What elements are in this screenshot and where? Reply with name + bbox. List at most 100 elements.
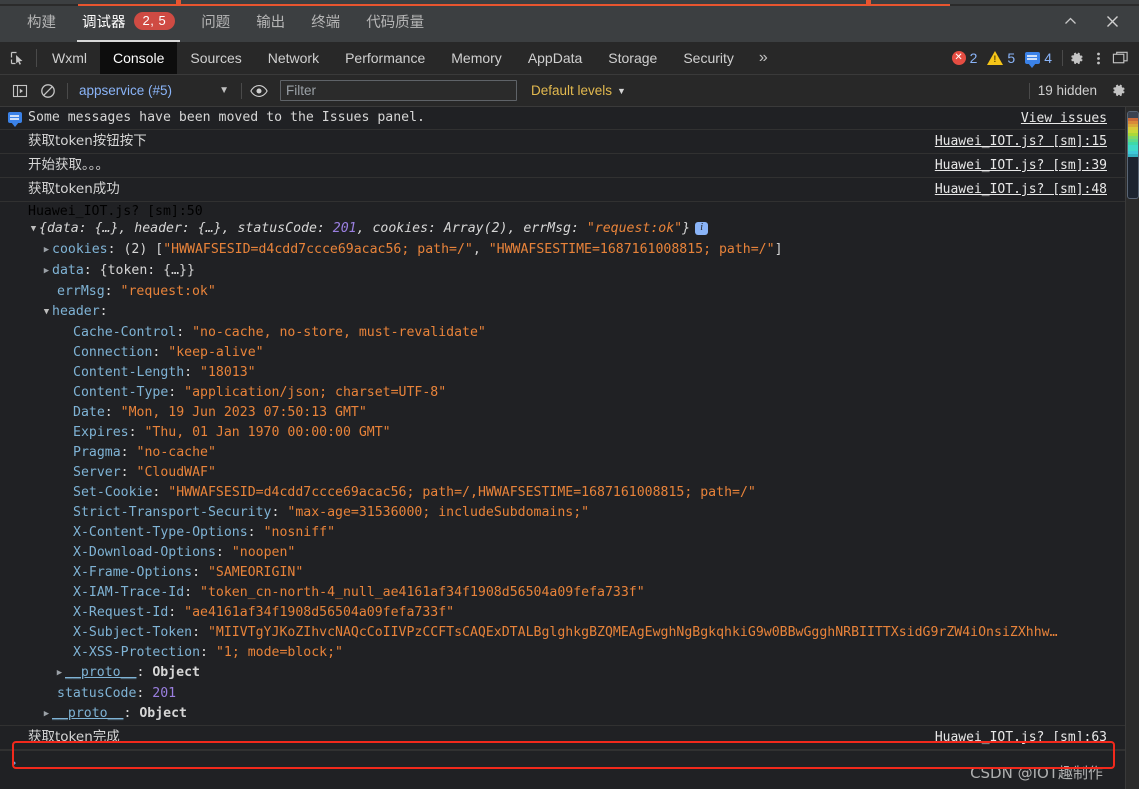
ide-tab-output[interactable]: 输出	[243, 0, 298, 42]
object-preview-line[interactable]: ▼ {data: {…}, header: {…}, statusCode: 20…	[28, 219, 1139, 240]
prop-value: "HWWAFSESID=d4cdd7ccce69acac56; path=/,H…	[168, 485, 756, 500]
ide-tab-problems[interactable]: 问题	[188, 0, 243, 42]
ide-tab-label: 终端	[311, 14, 341, 31]
filter-bar-right: 19 hidden	[1028, 78, 1139, 104]
object-preview-part3: }	[682, 221, 691, 236]
chevron-down-icon: ▼	[219, 85, 229, 96]
tab-appdata[interactable]: AppData	[515, 42, 595, 74]
dock-panel-icon[interactable]	[1107, 45, 1133, 71]
console-scrollbar[interactable]	[1125, 107, 1139, 789]
console-source-link[interactable]: Huawei_IOT.js? [sm]:63	[935, 729, 1107, 747]
chevron-down-icon[interactable]: ▼	[41, 302, 52, 322]
ide-tab-debugger[interactable]: 调试器 2, 5	[69, 0, 188, 42]
console-output[interactable]: Some messages have been moved to the Iss…	[0, 107, 1139, 789]
console-settings-gear-icon[interactable]	[1105, 78, 1131, 104]
chevron-up-icon[interactable]	[1057, 8, 1083, 34]
tab-storage[interactable]: Storage	[595, 42, 670, 74]
prop-value: "keep-alive"	[168, 345, 264, 360]
ide-tab-code-quality[interactable]: 代码质量	[353, 0, 437, 42]
prop-value: "max-age=31536000; includeSubdomains;"	[287, 505, 590, 520]
console-prompt[interactable]: ›	[0, 750, 1139, 776]
object-prop-data[interactable]: ▶ data: {token: {…}}	[28, 261, 1139, 282]
cookies-value-1: "HWWAFSESTIME=1687161008815; path=/"	[488, 242, 775, 257]
info-message-icon	[8, 112, 22, 127]
ide-tab-list: 构建 调试器 2, 5 问题 输出 终端 代码质量	[0, 0, 437, 42]
watermark: CSDN @IOT趣制作	[970, 764, 1103, 782]
prop-value: "Mon, 19 Jun 2023 07:50:13 GMT"	[120, 405, 367, 420]
inspect-element-icon[interactable]	[0, 42, 34, 74]
console-issues-row: Some messages have been moved to the Iss…	[0, 107, 1139, 130]
chevron-right-icon[interactable]: ▶	[41, 240, 52, 260]
show-console-sidebar-icon[interactable]	[6, 78, 34, 104]
console-source-link[interactable]: Huawei_IOT.js? [sm]:48	[935, 181, 1107, 199]
header-proto-row[interactable]: ▶ __proto__: Object	[28, 663, 1139, 684]
tab-performance[interactable]: Performance	[332, 42, 438, 74]
minimap-segment	[1128, 154, 1138, 157]
clear-console-icon[interactable]	[34, 78, 62, 104]
prop-name: X-IAM-Trace-Id	[73, 585, 185, 600]
prop-name: Content-Type	[73, 385, 169, 400]
log-level-label: Default levels	[531, 83, 613, 98]
root-proto-row[interactable]: ▶ __proto__: Object	[28, 704, 1139, 725]
error-counter[interactable]: ✕ 2	[951, 50, 985, 66]
proto-label: __proto__	[65, 665, 137, 680]
object-prop-header[interactable]: ▼ header:	[28, 302, 1139, 323]
more-tabs-icon[interactable]: »	[747, 42, 780, 74]
live-expression-eye-icon[interactable]	[244, 84, 274, 98]
console-message-row: 获取token完成 Huawei_IOT.js? [sm]:63	[0, 726, 1139, 750]
tab-security[interactable]: Security	[670, 42, 747, 74]
console-filter-bar: appservice (#5) ▼ Default levels ▼ 19 hi…	[0, 75, 1139, 107]
chevron-right-icon[interactable]: ▶	[41, 261, 52, 281]
info-badge-icon[interactable]: i	[695, 221, 709, 235]
prop-name: X-Request-Id	[73, 605, 169, 620]
header-prop-row: Content-Type: "application/json; charset…	[73, 385, 447, 400]
ide-tab-terminal[interactable]: 终端	[298, 0, 353, 42]
prop-value: "1; mode=block;"	[215, 645, 343, 660]
close-icon[interactable]	[1099, 8, 1125, 34]
header-prop-row: Date: "Mon, 19 Jun 2023 07:50:13 GMT"	[73, 405, 367, 420]
console-object-row[interactable]: Huawei_IOT.js? [sm]:50 ▼ {data: {…}, head…	[0, 202, 1139, 726]
prompt-caret-icon: ›	[10, 756, 18, 771]
tab-network[interactable]: Network	[255, 42, 332, 74]
prop-name: X-Content-Type-Options	[73, 525, 248, 540]
kebab-menu-icon[interactable]	[1089, 50, 1107, 67]
gear-icon[interactable]	[1063, 45, 1089, 71]
warning-counter[interactable]: 5	[987, 50, 1022, 66]
console-source-link[interactable]: Huawei_IOT.js? [sm]:15	[935, 133, 1107, 151]
header-prop-row: Set-Cookie: "HWWAFSESID=d4cdd7ccce69acac…	[73, 485, 756, 500]
header-prop-row: X-Content-Type-Options: "nosniff"	[73, 525, 336, 540]
prop-name: data	[52, 263, 84, 278]
prop-name: X-Subject-Token	[73, 625, 193, 640]
header-prop-row: Connection: "keep-alive"	[73, 345, 264, 360]
tab-wxml[interactable]: Wxml	[39, 42, 100, 74]
tab-memory[interactable]: Memory	[438, 42, 515, 74]
tab-sources[interactable]: Sources	[177, 42, 254, 74]
context-selector[interactable]: appservice (#5) ▼	[79, 83, 239, 98]
tab-label: AppData	[527, 50, 583, 66]
top-tick-left	[176, 0, 181, 5]
tab-label: Performance	[345, 50, 426, 66]
prop-name: X-Download-Options	[73, 545, 216, 560]
prop-value: "no-cache"	[136, 445, 216, 460]
view-issues-link[interactable]: View issues	[1021, 110, 1107, 128]
chevron-down-icon[interactable]: ▼	[28, 219, 39, 239]
info-counter[interactable]: 4	[1025, 50, 1059, 68]
console-source-link[interactable]: Huawei_IOT.js? [sm]:50	[28, 204, 203, 219]
log-level-selector[interactable]: Default levels ▼	[531, 83, 626, 98]
prop-value: 201	[152, 686, 177, 701]
object-preview-part2: , cookies: Array(2), errMsg:	[356, 221, 587, 236]
object-prop-cookies[interactable]: ▶ cookies: (2) ["HWWAFSESID=d4cdd7ccce69a…	[28, 240, 1139, 261]
warning-count: 5	[1007, 50, 1016, 66]
chevron-right-icon[interactable]: ▶	[41, 704, 52, 724]
console-message-row: 获取token成功 Huawei_IOT.js? [sm]:48	[0, 178, 1139, 202]
prop-value: "MIIVTgYJKoZIhvcNAQcCoIIVPzCCFTsCAQExDTA…	[207, 625, 1058, 640]
chevron-right-icon[interactable]: ▶	[54, 663, 65, 683]
debugger-count-badge: 2, 5	[133, 12, 176, 30]
console-source-link[interactable]: Huawei_IOT.js? [sm]:39	[935, 157, 1107, 175]
tab-console[interactable]: Console	[100, 42, 178, 74]
ide-tab-build[interactable]: 构建	[14, 0, 69, 42]
prop-name: Server	[73, 465, 121, 480]
prop-name: cookies	[52, 242, 108, 257]
filter-input[interactable]	[280, 80, 517, 101]
cookies-count: (2)	[123, 242, 148, 257]
